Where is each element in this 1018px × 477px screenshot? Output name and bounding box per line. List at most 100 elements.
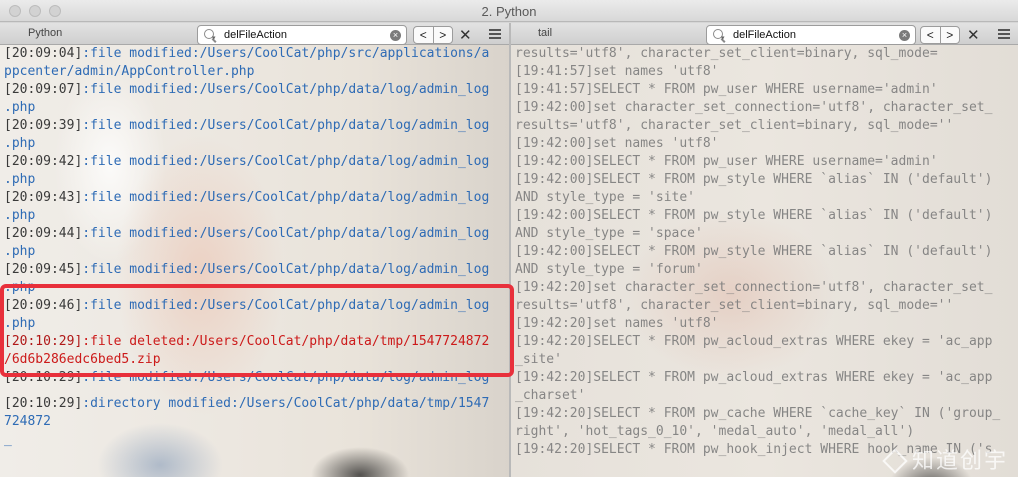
log-line: _charset' — [515, 388, 586, 403]
find-input[interactable] — [224, 29, 384, 41]
find-bar[interactable]: ▾ × — [197, 25, 407, 45]
log-text: .php — [4, 172, 36, 187]
log-text: .php — [4, 280, 36, 295]
log-text: ppcenter/admin/AppController.php — [4, 64, 255, 79]
terminal-output[interactable]: results='utf8', character_set_client=bin… — [515, 45, 1016, 477]
log-timestamp: [20:09:07] — [4, 82, 83, 97]
log-line: right', 'hot_tags_0_10', 'medal_auto', '… — [515, 424, 915, 439]
log-line: [20:10:29]:file deleted:/Users/CoolCat/p… — [4, 333, 507, 351]
log-timestamp: [20:10:29] — [4, 334, 83, 349]
log-line: results='utf8', character_set_client=bin… — [515, 46, 938, 61]
log-line: [20:10:29]:directory modified:/Users/Coo… — [4, 395, 507, 413]
log-line: [20:09:44]:file modified:/Users/CoolCat/… — [4, 225, 507, 243]
log-text: :file deleted:/Users/CoolCat/php/data/tm… — [82, 334, 490, 349]
find-previous-button[interactable]: < — [414, 27, 433, 43]
log-text: .php — [4, 100, 36, 115]
tab-python[interactable]: Python — [28, 27, 62, 39]
log-line: AND style_type = 'site' — [515, 190, 696, 205]
log-line: [19:42:00]SELECT * FROM pw_user WHERE us… — [515, 154, 938, 169]
log-line: _site' — [515, 352, 562, 367]
tab-tail[interactable]: tail — [538, 27, 552, 39]
log-line: ppcenter/admin/AppController.php — [4, 63, 507, 81]
log-line: .php — [4, 207, 507, 225]
log-line: [19:42:00]SELECT * FROM pw_style WHERE `… — [515, 208, 993, 223]
find-input[interactable] — [733, 29, 893, 41]
log-line: [19:41:57]SELECT * FROM pw_user WHERE us… — [515, 82, 938, 97]
window-title: 2. Python — [481, 4, 537, 19]
log-line: [20:09:45]:file modified:/Users/CoolCat/… — [4, 261, 507, 279]
log-line: 724872 — [4, 413, 507, 431]
find-navigation: < > — [920, 26, 960, 44]
log-timestamp: [20:09:04] — [4, 46, 83, 61]
log-line: /6d6b286edc6bed5.zip — [4, 351, 507, 369]
log-line: [19:42:00]SELECT * FROM pw_style WHERE `… — [515, 172, 993, 187]
log-line: .php — [4, 171, 507, 189]
log-line: [20:09:43]:file modified:/Users/CoolCat/… — [4, 189, 507, 207]
watermark-text: 知道创宇 — [911, 448, 1008, 473]
log-text: .php — [4, 244, 36, 259]
log-line: results='utf8', character_set_client=bin… — [515, 298, 954, 313]
log-line: [20:10:29]:file modified:/Users/CoolCat/… — [4, 369, 507, 387]
clear-search-button[interactable]: × — [390, 30, 401, 41]
watermark: 知道创宇 — [882, 443, 1008, 475]
log-line: [20:09:42]:file modified:/Users/CoolCat/… — [4, 153, 507, 171]
log-text: :file modified:/Users/CoolCat/php/data/l… — [82, 298, 490, 313]
chevron-down-icon[interactable]: ▾ — [212, 34, 216, 42]
log-text: :file modified:/Users/CoolCat/php/src/ap… — [82, 46, 490, 61]
log-text: 724872 — [4, 414, 51, 429]
log-line: [19:42:00]SELECT * FROM pw_style WHERE `… — [515, 244, 993, 259]
pane-tabbar: tail ▾ × < > ✕ — [511, 23, 1018, 45]
log-text: _ — [4, 432, 12, 447]
log-timestamp: [20:09:46] — [4, 298, 83, 313]
log-line: [20:09:46]:file modified:/Users/CoolCat/… — [4, 297, 507, 315]
log-line: .php — [4, 243, 507, 261]
log-line: [19:42:00]set names 'utf8' — [515, 136, 719, 151]
log-text: :file modified:/Users/CoolCat/php/data/l… — [82, 226, 490, 241]
find-next-button[interactable]: > — [432, 27, 453, 43]
terminal-output[interactable]: [20:09:04]:file modified:/Users/CoolCat/… — [4, 45, 507, 477]
pane-tabbar: Python ▾ × < > ✕ — [0, 23, 509, 45]
log-text: :file modified:/Users/CoolCat/php/data/l… — [82, 154, 490, 169]
hamburger-menu-icon[interactable] — [489, 29, 501, 39]
terminal-pane-tail[interactable]: tail ▾ × < > ✕ results='utf8', character… — [511, 23, 1018, 477]
log-line: _ — [4, 431, 507, 449]
log-timestamp: [20:09:39] — [4, 118, 83, 133]
log-line: [19:42:20]SELECT * FROM pw_acloud_extras… — [515, 334, 993, 349]
log-text: :file modified:/Users/CoolCat/php/data/l… — [82, 190, 490, 205]
find-next-button[interactable]: > — [939, 27, 960, 43]
log-text: .php — [4, 316, 36, 331]
log-text: .php — [4, 208, 36, 223]
log-text: :file modified:/Users/CoolCat/php/data/l… — [82, 118, 490, 133]
log-timestamp: [20:09:44] — [4, 226, 83, 241]
log-line: [19:42:00]set character_set_connection='… — [515, 100, 993, 115]
find-bar[interactable]: ▾ × — [706, 25, 916, 45]
log-text: :directory modified:/Users/CoolCat/php/d… — [82, 396, 490, 411]
log-timestamp: [20:10:29] — [4, 396, 83, 411]
log-line: [19:42:20]set character_set_connection='… — [515, 280, 993, 295]
terminal-pane-python[interactable]: Python ▾ × < > ✕ [20:09:04]:file modifie… — [0, 23, 509, 477]
log-line: [20:09:39]:file modified:/Users/CoolCat/… — [4, 117, 507, 135]
log-timestamp: [20:09:42] — [4, 154, 83, 169]
hamburger-menu-icon[interactable] — [998, 29, 1010, 39]
clear-search-button[interactable]: × — [899, 30, 910, 41]
logo-icon — [882, 448, 908, 474]
log-line: [19:42:20]set names 'utf8' — [515, 316, 719, 331]
chevron-down-icon[interactable]: ▾ — [721, 34, 725, 42]
log-line: results='utf8', character_set_client=bin… — [515, 118, 954, 133]
log-line: AND style_type = 'forum' — [515, 262, 703, 277]
close-find-button[interactable]: ✕ — [459, 26, 472, 44]
log-text: /6d6b286edc6bed5.zip — [4, 352, 161, 367]
log-text: .php — [4, 136, 36, 151]
log-text: :file modified:/Users/CoolCat/php/data/l… — [82, 262, 490, 277]
close-find-button[interactable]: ✕ — [967, 26, 980, 44]
log-line: [19:42:20]SELECT * FROM pw_cache WHERE `… — [515, 406, 1001, 421]
find-previous-button[interactable]: < — [921, 27, 940, 43]
log-line: .php — [4, 279, 507, 297]
log-text: :file modified:/Users/CoolCat/php/data/l… — [82, 370, 490, 385]
log-text: :file modified:/Users/CoolCat/php/data/l… — [82, 82, 490, 97]
log-timestamp: [20:09:45] — [4, 262, 83, 277]
log-line: [19:41:57]set names 'utf8' — [515, 64, 719, 79]
log-timestamp: [20:10:29] — [4, 370, 83, 385]
log-line: [20:09:07]:file modified:/Users/CoolCat/… — [4, 81, 507, 99]
